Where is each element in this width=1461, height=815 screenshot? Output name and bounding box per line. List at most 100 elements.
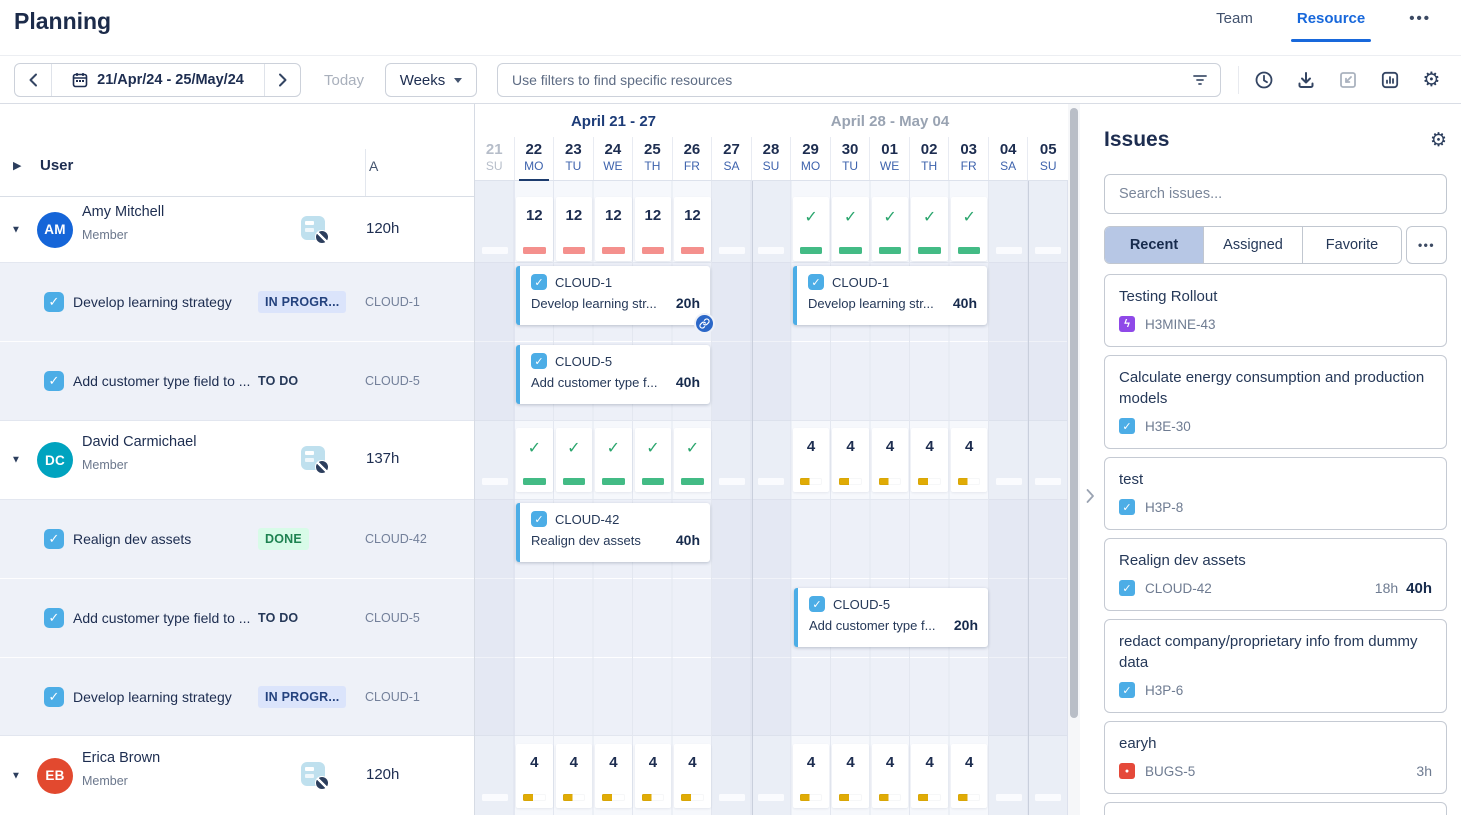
header-more-icon[interactable]: ••• [1409,10,1431,27]
workload-cell[interactable] [753,197,790,261]
issue-card[interactable]: earyh BUGS-5 3h [1104,721,1447,794]
workload-cell[interactable]: 4 [951,744,988,808]
today-button[interactable]: Today [324,72,364,89]
workload-cell[interactable]: ✓ [556,428,593,492]
expand-all-icon[interactable]: ▶ [13,159,21,172]
task-checkbox-icon[interactable] [44,608,64,628]
workload-cell[interactable] [477,428,514,492]
tab-team[interactable]: Team [1216,10,1253,27]
issue-card[interactable]: Connectivity and Responsiveness [1104,802,1447,815]
workload-cell[interactable]: ✓ [595,428,632,492]
workload-cell[interactable]: ✓ [832,197,869,261]
day-header[interactable]: 25 TH [633,137,673,180]
filter-icon[interactable] [1192,72,1208,88]
issue-card[interactable]: Realign dev assets CLOUD-42 18h 40h [1104,538,1447,611]
task-card[interactable]: CLOUD-5 Add customer type f...40h [516,345,710,404]
edit-button[interactable] [1332,64,1363,95]
day-header[interactable]: 21 SU [475,137,515,180]
workload-cell[interactable]: 4 [951,428,988,492]
settings-button[interactable]: ⚙ [1416,64,1447,95]
workload-cell[interactable]: 4 [556,744,593,808]
scrollbar-thumb[interactable] [1070,108,1078,718]
workload-cell[interactable]: 4 [911,428,948,492]
user-row-erica[interactable]: ▼ EB Erica Brown Member 120h [0,735,474,815]
workload-cell[interactable]: 4 [516,744,553,808]
user-row-david[interactable]: ▼ DC David Carmichael Member 137h [0,420,474,499]
time-tracking-button[interactable] [1248,64,1279,95]
day-header[interactable]: 02 TH [910,137,950,180]
day-header[interactable]: 29 MO [791,137,831,180]
workload-cell[interactable]: ✓ [516,428,553,492]
workload-cell[interactable]: ✓ [951,197,988,261]
issue-card[interactable]: Testing Rollout H3MINE-43 [1104,274,1447,347]
workload-cell[interactable] [1030,428,1067,492]
scale-select[interactable]: Weeks [385,63,477,97]
day-header[interactable]: 26 FR [673,137,713,180]
task-checkbox-icon[interactable] [44,529,64,549]
task-checkbox-icon[interactable] [44,687,64,707]
day-header[interactable]: 30 TU [831,137,871,180]
day-header[interactable]: 03 FR [949,137,989,180]
task-checkbox-icon[interactable] [44,371,64,391]
issues-tabs-more-icon[interactable]: ••• [1406,226,1447,264]
task-row[interactable]: Realign dev assets DONE CLOUD-42 [0,499,474,578]
workload-cell[interactable] [1030,744,1067,808]
workload-cell[interactable] [714,428,751,492]
user-row-amy[interactable]: ▼ AM Amy Mitchell Member 120h [0,197,474,262]
day-header[interactable]: 22 MO [515,137,555,180]
workload-cell[interactable] [714,744,751,808]
workload-cell[interactable]: ✓ [635,428,672,492]
day-header[interactable]: 04 SA [989,137,1029,180]
task-row[interactable]: Develop learning strategy IN PROGR... CL… [0,657,474,735]
issues-settings-icon[interactable]: ⚙ [1430,131,1447,150]
day-header[interactable]: 24 WE [594,137,634,180]
vertical-scrollbar[interactable] [1068,104,1080,815]
workload-cell[interactable]: 12 [595,197,632,261]
download-button[interactable] [1290,64,1321,95]
workload-scheme-icon[interactable] [301,216,325,240]
workload-cell[interactable]: 12 [635,197,672,261]
day-header[interactable]: 05 SU [1028,137,1068,180]
issues-tab[interactable]: Recent [1105,227,1204,263]
workload-cell[interactable]: 4 [872,428,909,492]
workload-cell[interactable]: 4 [911,744,948,808]
workload-cell[interactable]: 4 [635,744,672,808]
task-checkbox-icon[interactable] [44,292,64,312]
issues-search-input[interactable] [1104,174,1447,214]
workload-cell[interactable]: 4 [595,744,632,808]
workload-cell[interactable] [1030,197,1067,261]
next-week-button[interactable] [265,64,300,96]
workload-cell[interactable]: ✓ [674,428,711,492]
workload-cell[interactable]: ✓ [872,197,909,261]
workload-cell[interactable] [990,744,1027,808]
workload-cell[interactable]: 4 [793,744,830,808]
issues-tab[interactable]: Favorite [1303,227,1401,263]
task-card[interactable]: CLOUD-42 Realign dev assets40h [516,503,710,562]
workload-cell[interactable] [477,197,514,261]
day-header[interactable]: 28 SU [752,137,792,180]
resource-filter-input[interactable] [497,63,1221,97]
panel-expand-chevron-icon[interactable] [1085,488,1095,504]
issue-card[interactable]: test H3P-8 [1104,457,1447,530]
day-header[interactable]: 23 TU [554,137,594,180]
workload-cell[interactable]: 4 [674,744,711,808]
workload-scheme-icon[interactable] [301,446,325,470]
collapse-icon[interactable]: ▼ [11,224,21,235]
workload-cell[interactable]: ✓ [793,197,830,261]
workload-cell[interactable]: 12 [556,197,593,261]
workload-cell[interactable] [477,744,514,808]
workload-cell[interactable]: 12 [516,197,553,261]
workload-cell[interactable] [714,197,751,261]
workload-cell[interactable]: 4 [872,744,909,808]
tab-resource[interactable]: Resource [1297,10,1365,27]
workload-cell[interactable]: 12 [674,197,711,261]
workload-cell[interactable] [753,428,790,492]
issue-card[interactable]: redact company/proprietary info from dum… [1104,619,1447,713]
task-row[interactable]: Add customer type field to ... TO DO CLO… [0,341,474,420]
workload-cell[interactable]: ✓ [911,197,948,261]
workload-cell[interactable]: 4 [832,744,869,808]
workload-scheme-icon[interactable] [301,762,325,786]
task-card[interactable]: CLOUD-5 Add customer type f...20h [794,588,988,647]
workload-cell[interactable] [990,428,1027,492]
workload-cell[interactable] [990,197,1027,261]
